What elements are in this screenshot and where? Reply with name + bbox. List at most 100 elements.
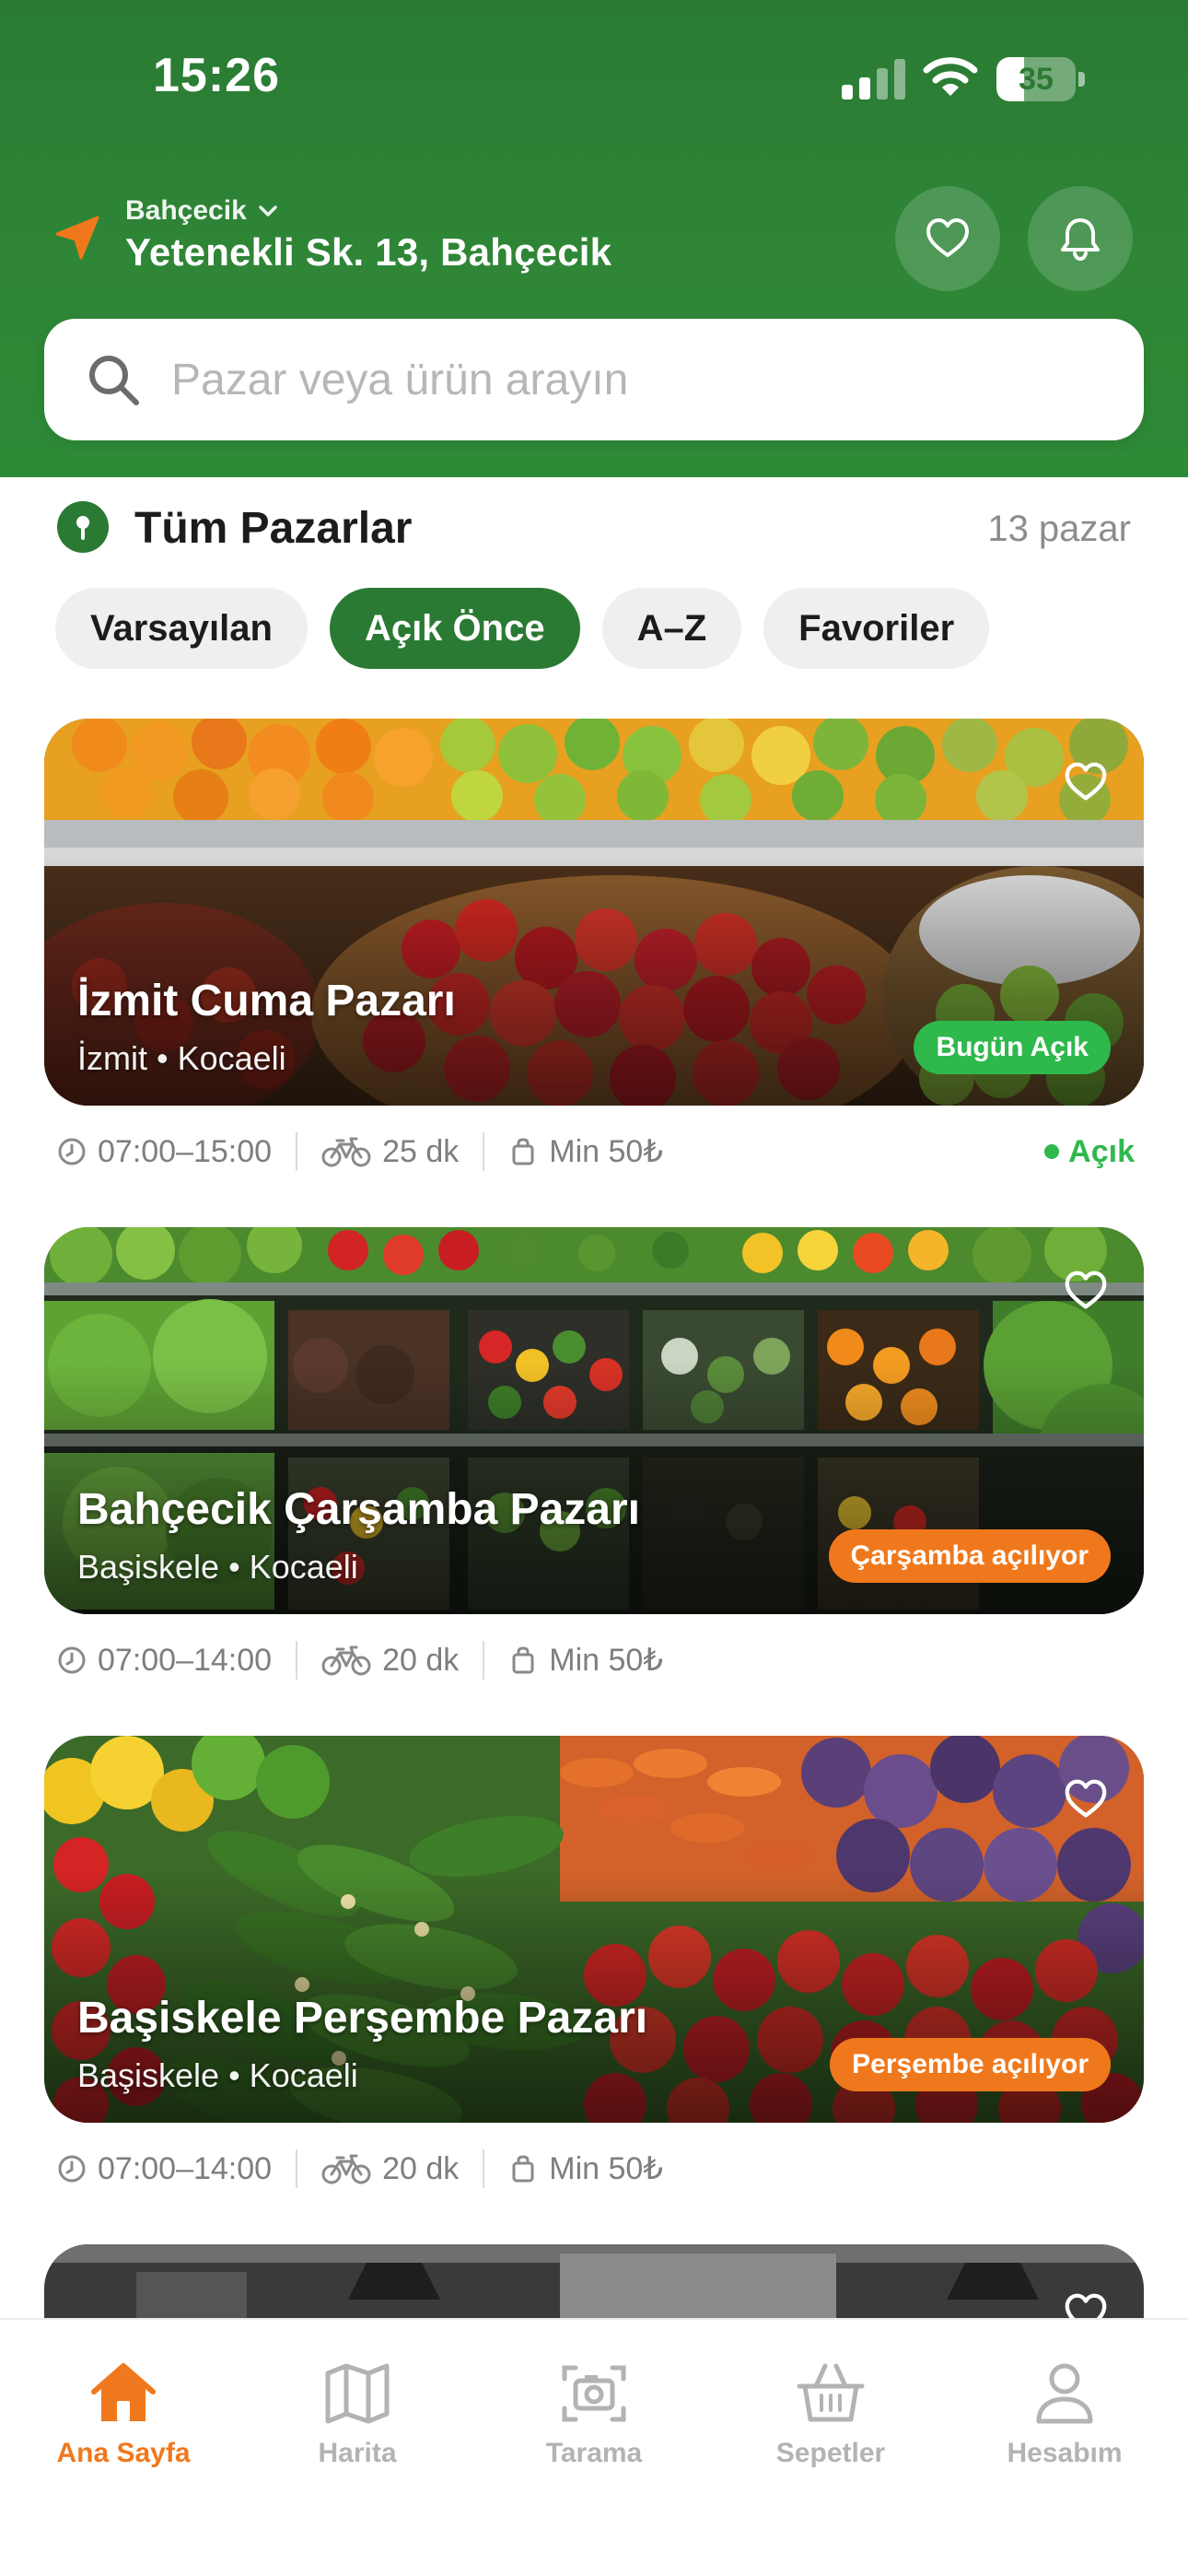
battery-icon: 35 [996,57,1085,101]
divider [296,1132,298,1171]
divider [483,2149,485,2188]
location-arrow-icon[interactable] [53,214,101,262]
delivery-text: 20 dk [382,1642,460,1678]
bell-icon [1061,218,1100,262]
tab-bar: Ana Sayfa Harita Tarama Sepetler Hesabım [0,2318,1188,2576]
person-icon [1036,2363,1093,2424]
divider [483,1641,485,1680]
market-meta: 07:00–15:00 25 dk Min 50₺ Açık [57,1129,1135,1175]
tab-scan[interactable]: Tarama [493,2357,695,2495]
battery-level: 35 [1019,62,1054,97]
map-icon [325,2363,390,2424]
search-bar[interactable] [44,319,1144,440]
divider [296,2149,298,2188]
clock-icon [58,1646,86,1674]
delivery-address[interactable]: Yetenekli Sk. 13, Bahçecik [125,230,611,275]
tab-label: Hesabım [1007,2438,1123,2468]
tab-baskets[interactable]: Sepetler [729,2357,932,2495]
home-icon [91,2363,156,2421]
bag-icon [512,1646,534,1674]
market-location: Başiskele • Kocaeli [77,1548,358,1586]
divider [483,1132,485,1171]
min-order: Min 50₺ [508,1133,663,1170]
divider [296,1641,298,1680]
bicycle-icon [321,1137,371,1167]
clock-icon [58,2155,86,2183]
delivery-time: 20 dk [321,2151,459,2187]
tab-label: Ana Sayfa [56,2438,191,2468]
hours: 07:00–15:00 [57,1134,272,1170]
bag-icon [512,2155,534,2183]
chevron-down-icon [259,205,277,217]
cellular-signal-icon [842,59,905,100]
section-title: Tüm Pazarlar [134,504,413,553]
market-meta: 07:00–14:00 20 dk Min 50₺ [57,1637,1135,1683]
market-card[interactable]: İzmit Cuma Pazarı İzmit • Kocaeli Bugün … [44,719,1144,1106]
market-pin-icon [57,501,109,553]
open-badge: Bugün Açık [914,1021,1111,1074]
hours: 07:00–14:00 [57,1643,272,1679]
hours-text: 07:00–15:00 [98,1133,273,1169]
section-header: Tüm Pazarlar 13 pazar [57,498,1135,556]
tab-map[interactable]: Harita [256,2357,459,2495]
search-icon [89,356,139,405]
min-order-text: Min 50₺ [549,1134,663,1169]
status-dot [1044,1144,1060,1159]
market-location: Başiskele • Kocaeli [77,2056,358,2094]
market-meta: 07:00–14:00 20 dk Min 50₺ [57,2146,1135,2192]
delivery-time: 20 dk [321,1643,459,1679]
chip-open-first[interactable]: Açık Önce [329,588,580,669]
card-heart-icon[interactable] [1063,759,1109,805]
delivery-text: 25 dk [382,1133,460,1169]
min-order-text: Min 50₺ [549,2151,663,2186]
hours: 07:00–14:00 [57,2151,272,2187]
card-heart-icon[interactable] [1063,1268,1109,1314]
header: 15:26 35 Bahçecik Yetenekli Sk. 13, Bahç… [0,0,1188,477]
bag-icon [512,1138,534,1165]
tab-home[interactable]: Ana Sayfa [22,2357,225,2495]
wifi-icon [923,57,978,96]
market-location: İzmit • Kocaeli [77,1039,286,1077]
hours-text: 07:00–14:00 [98,1642,273,1678]
market-name: Başiskele Perşembe Pazarı [77,1994,648,2043]
chip-a-z[interactable]: A–Z [601,588,742,669]
favorites-button[interactable] [895,186,1000,291]
opening-day-badge: Perşembe açılıyor [830,2038,1111,2091]
market-card[interactable] [44,2244,1144,2318]
tab-label: Tarama [545,2438,643,2468]
min-order-text: Min 50₺ [549,1643,663,1678]
hours-text: 07:00–14:00 [98,2150,273,2186]
location-label: Bahçecik [125,195,247,226]
tab-account[interactable]: Hesabım [963,2357,1166,2495]
status-bar: 15:26 35 [0,0,1188,157]
market-name: Bahçecik Çarşamba Pazarı [77,1485,641,1534]
min-order: Min 50₺ [508,1642,663,1679]
chip-favorites[interactable]: Favoriler [763,588,990,669]
bicycle-icon [321,2154,371,2184]
status-text: Açık [1068,1133,1135,1169]
sort-chips: Varsayılan Açık Önce A–Z Favoriler [55,588,990,669]
notifications-button[interactable] [1028,186,1133,291]
market-card[interactable]: Başiskele Perşembe Pazarı Başiskele • Ko… [44,1736,1144,2123]
card-heart-icon[interactable] [1063,1776,1109,1822]
min-order: Min 50₺ [508,2150,663,2187]
bicycle-icon [321,1645,371,1676]
market-card[interactable]: Bahçecik Çarşamba Pazarı Başiskele • Koc… [44,1227,1144,1614]
status-badge: Açık [1044,1134,1135,1170]
market-name: İzmit Cuma Pazarı [77,977,456,1025]
card-heart-icon[interactable] [1063,2290,1109,2318]
location-selector[interactable]: Bahçecik [125,195,280,227]
market-count: 13 pazar [987,509,1131,549]
search-input[interactable] [171,354,1092,405]
basket-icon [797,2363,865,2422]
delivery-text: 20 dk [382,2150,460,2186]
tab-label: Sepetler [775,2438,886,2468]
heart-icon [926,218,969,257]
clock-icon [58,1138,86,1165]
market-photo [44,2244,1144,2318]
opening-day-badge: Çarşamba açılıyor [828,1529,1111,1583]
delivery-time: 25 dk [321,1134,459,1170]
scan-icon [562,2365,626,2422]
tab-label: Harita [318,2438,397,2468]
chip-default[interactable]: Varsayılan [55,588,308,669]
